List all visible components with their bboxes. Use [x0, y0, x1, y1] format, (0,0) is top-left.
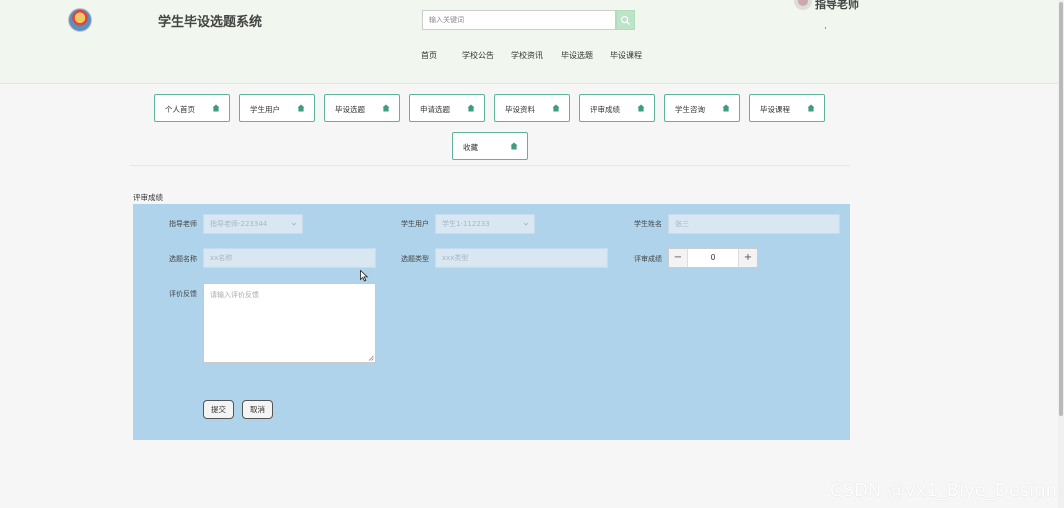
- scrollbar-thumb[interactable]: [1059, 2, 1063, 416]
- house-icon: [807, 104, 815, 112]
- house-icon: [382, 104, 390, 112]
- student-name-field[interactable]: 张三: [668, 214, 840, 234]
- feedback-textarea[interactable]: 请输入评价反馈: [203, 283, 376, 363]
- menu-topics[interactable]: 毕设选题: [324, 94, 400, 122]
- menu-review-scores[interactable]: 评审成绩: [579, 94, 655, 122]
- search-button[interactable]: [616, 10, 635, 30]
- teacher-label: 指导老师: [169, 220, 197, 228]
- top-header: 学生毕设选题系统 指导老师 · 首页 学校公告 学校资讯 毕设选题 毕设课程: [0, 0, 1064, 84]
- house-icon: [637, 104, 645, 112]
- student-user-select[interactable]: 学生1-112233: [435, 214, 535, 234]
- review-score-form: 指导老师 指导老师-223344 学生用户 学生1-112233 学生姓名 张三…: [133, 204, 850, 440]
- page-title: 评审成绩: [133, 193, 163, 202]
- menu-label: 学生用户: [250, 105, 280, 114]
- menu-personal-home[interactable]: 个人首页: [154, 94, 230, 122]
- menu-label: 申请选题: [420, 105, 450, 114]
- menu-materials[interactable]: 毕设资料: [494, 94, 570, 122]
- topic-type-placeholder: xxx类型: [442, 254, 469, 262]
- user-menu-dot[interactable]: ·: [824, 24, 827, 34]
- feedback-label: 评价反馈: [169, 290, 197, 298]
- nav-home[interactable]: 首页: [421, 50, 437, 61]
- menu-student-users[interactable]: 学生用户: [239, 94, 315, 122]
- teacher-select[interactable]: 指导老师-223344: [203, 214, 303, 234]
- house-icon: [510, 142, 518, 150]
- menu-apply-topic[interactable]: 申请选题: [409, 94, 485, 122]
- menu-label: 评审成绩: [590, 105, 620, 114]
- score-label: 评审成绩: [634, 255, 662, 263]
- chevron-down-icon: [291, 222, 297, 226]
- score-value[interactable]: 0: [688, 249, 738, 267]
- nav-school-notice[interactable]: 学校公告: [462, 50, 494, 61]
- menu-label: 毕设课程: [760, 105, 790, 114]
- house-icon: [722, 104, 730, 112]
- content-divider: [130, 165, 850, 166]
- nav-school-news[interactable]: 学校资讯: [511, 50, 543, 61]
- topic-type-label: 选题类型: [401, 255, 429, 263]
- topic-type-field[interactable]: xxx类型: [435, 248, 608, 268]
- menu-label: 个人首页: [165, 105, 195, 114]
- menu-favorites[interactable]: 收藏: [452, 132, 528, 160]
- site-logo: [68, 8, 92, 32]
- cancel-button[interactable]: 取消: [242, 400, 273, 419]
- menu-label: 收藏: [463, 143, 478, 152]
- topic-name-placeholder: xx名称: [210, 254, 233, 262]
- watermark: CSDN @vx1_Biye_Design: [830, 480, 1058, 501]
- nav-topics[interactable]: 毕设选题: [561, 50, 593, 61]
- house-icon: [552, 104, 560, 112]
- student-user-label: 学生用户: [401, 220, 429, 228]
- user-name[interactable]: 指导老师: [815, 0, 859, 12]
- topic-name-field[interactable]: xx名称: [203, 248, 376, 268]
- house-icon: [467, 104, 475, 112]
- teacher-value: 指导老师-223344: [210, 220, 268, 228]
- feedback-placeholder: 请输入评价反馈: [210, 291, 259, 299]
- search-input[interactable]: [422, 10, 616, 30]
- user-avatar[interactable]: [794, 0, 812, 10]
- menu-student-consult[interactable]: 学生咨询: [664, 94, 740, 122]
- menu-label: 毕设选题: [335, 105, 365, 114]
- score-stepper[interactable]: − 0 +: [668, 248, 758, 268]
- student-user-value: 学生1-112233: [442, 220, 490, 228]
- decrement-button[interactable]: −: [669, 249, 688, 267]
- resize-handle-icon[interactable]: [368, 355, 374, 361]
- search-icon: [620, 15, 631, 25]
- house-icon: [212, 104, 220, 112]
- topic-name-label: 选题名称: [169, 255, 197, 263]
- menu-label: 学生咨询: [675, 105, 705, 114]
- increment-button[interactable]: +: [738, 249, 757, 267]
- menu-label: 毕设资料: [505, 105, 535, 114]
- student-name-value: 张三: [675, 220, 689, 228]
- submit-button[interactable]: 提交: [203, 400, 234, 419]
- house-icon: [297, 104, 305, 112]
- student-name-label: 学生姓名: [634, 220, 662, 228]
- chevron-down-icon: [523, 222, 529, 226]
- mouse-cursor-icon: [360, 270, 369, 282]
- site-title: 学生毕设选题系统: [158, 15, 263, 30]
- nav-courses[interactable]: 毕设课程: [610, 50, 642, 61]
- menu-courses[interactable]: 毕设课程: [749, 94, 825, 122]
